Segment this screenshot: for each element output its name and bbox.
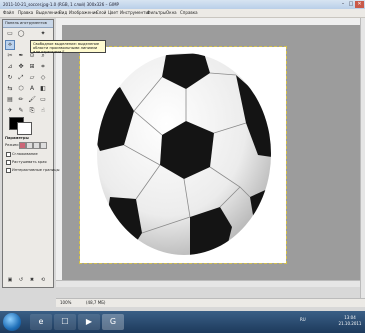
rect-select-icon[interactable]: ▭ — [6, 30, 14, 38]
clock[interactable]: 13:04 21.10.2011 — [336, 315, 364, 327]
free-select-tooltip: Свободное выделение: выделение области п… — [30, 40, 106, 54]
tool-options-title: Параметры — [5, 136, 29, 140]
crop-icon[interactable]: ⌗ — [39, 63, 47, 71]
mode-add-icon[interactable] — [26, 142, 33, 149]
menu-select[interactable]: Выделение — [36, 10, 60, 16]
memory-status: (48,7 МБ) — [86, 300, 106, 305]
image-canvas[interactable] — [79, 46, 287, 264]
measure-icon[interactable]: ⊿ — [6, 63, 14, 71]
vertical-scrollbar[interactable] — [360, 18, 365, 298]
horizontal-scrollbar[interactable] — [56, 280, 360, 287]
move-icon[interactable]: ✥ — [17, 63, 25, 71]
soccer-ball-image — [97, 53, 271, 255]
status-bar: 100% (48,7 МБ) — [56, 298, 365, 307]
save-options-icon[interactable]: ▣ — [6, 276, 14, 284]
language-indicator[interactable]: RU — [300, 317, 306, 322]
eraser-icon[interactable]: ▭ — [39, 96, 47, 104]
toolbox-header[interactable]: Панель инструментов — [3, 20, 53, 28]
bucket-fill-icon[interactable]: ◧ — [39, 85, 47, 93]
menu-filters[interactable]: Фильтры — [147, 10, 166, 16]
menu-layer[interactable]: Слой — [96, 10, 106, 16]
flip-icon[interactable]: ⇆ — [6, 85, 14, 93]
clock-date: 21.10.2011 — [338, 321, 362, 326]
taskbar-browser-icon[interactable]: e — [30, 314, 52, 330]
align-icon[interactable]: ⊞ — [28, 63, 36, 71]
cage-icon[interactable]: ⬡ — [17, 85, 25, 93]
taskbar: e ☐ ▶ G RU 13:04 21.10.2011 — [0, 311, 365, 333]
scale-icon[interactable]: ⤢ — [17, 74, 25, 82]
shear-icon[interactable]: ▱ — [28, 74, 36, 82]
paintbrush-icon[interactable]: 🖌 — [28, 96, 36, 104]
restore-options-icon[interactable]: ↺ — [17, 276, 25, 284]
window-title: 2011-10-21_soccer.jpg-1.0 (RGB, 1 слой) … — [3, 2, 119, 7]
menu-bar: Файл Правка Выделение Вид Изображение Сл… — [0, 9, 365, 18]
zoom-level[interactable]: 100% — [60, 300, 71, 305]
minimize-button[interactable]: – — [339, 1, 347, 8]
text-icon[interactable]: A — [28, 85, 36, 93]
maximize-button[interactable]: □ — [347, 1, 355, 8]
ink-icon[interactable]: ✎ — [17, 107, 25, 115]
menu-edit[interactable]: Правка — [18, 10, 33, 16]
background-color[interactable] — [17, 122, 32, 135]
interactive-boundary-checkbox[interactable] — [6, 168, 11, 173]
delete-options-icon[interactable]: ✖ — [28, 276, 36, 284]
pencil-icon[interactable]: ✏ — [17, 96, 25, 104]
close-button[interactable]: ✕ — [355, 1, 364, 8]
mode-intersect-icon[interactable] — [40, 142, 47, 149]
feather-label: Растушевать края — [12, 160, 47, 164]
menu-file[interactable]: Файл — [3, 10, 14, 16]
paths-icon[interactable]: ✒ — [17, 52, 25, 60]
rotate-icon[interactable]: ↻ — [6, 74, 14, 82]
fuzzy-select-icon[interactable]: ✦ — [39, 30, 47, 38]
mode-label: Режим: — [5, 143, 19, 147]
airbrush-icon[interactable]: ✈ — [6, 107, 14, 115]
interactive-boundary-label: Интерактивные границы — [12, 168, 60, 172]
feather-checkbox[interactable] — [6, 160, 11, 165]
mode-subtract-icon[interactable] — [33, 142, 40, 149]
antialias-label: Сглаживание — [12, 152, 38, 156]
menu-tools[interactable]: Инструменты — [120, 10, 149, 16]
reset-options-icon[interactable]: ⟲ — [39, 276, 47, 284]
ellipse-select-icon[interactable]: ◯ — [17, 30, 25, 38]
antialias-checkbox[interactable] — [6, 152, 11, 157]
taskbar-gimp-icon[interactable]: G — [102, 314, 124, 330]
taskbar-media-icon[interactable]: ▶ — [78, 314, 100, 330]
free-select-icon[interactable]: ⟡ — [5, 40, 15, 50]
smudge-icon[interactable]: ☝ — [39, 107, 47, 115]
menu-view[interactable]: Вид — [59, 10, 67, 16]
mode-replace-icon[interactable] — [19, 142, 26, 149]
menu-help[interactable]: Справка — [180, 10, 198, 16]
perspective-icon[interactable]: ◇ — [39, 74, 47, 82]
menu-image[interactable]: Изображение — [69, 10, 98, 16]
scissors-icon[interactable]: ✂ — [6, 52, 14, 60]
blend-icon[interactable]: ▤ — [6, 96, 14, 104]
toolbox-title: Панель инструментов — [5, 21, 47, 25]
toolbox-panel: Панель инструментов ▭ ◯ ✦ ⟡ ✂ ✒ ⊙ ⌕ ⊿ ✥ … — [2, 19, 59, 288]
start-button[interactable] — [3, 313, 21, 331]
menu-windows[interactable]: Окна — [166, 10, 177, 16]
menu-color[interactable]: Цвет — [108, 10, 118, 16]
clone-icon[interactable]: ⎘ — [28, 107, 36, 115]
taskbar-explorer-icon[interactable]: ☐ — [54, 314, 76, 330]
